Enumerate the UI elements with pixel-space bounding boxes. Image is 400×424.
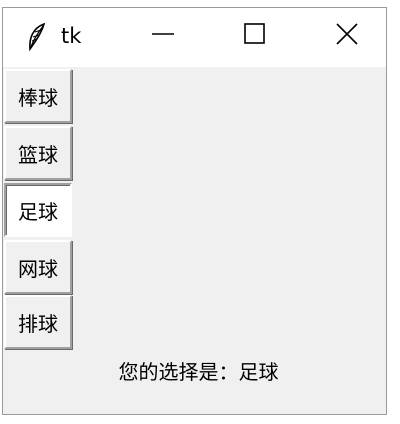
option-label: 排球 (18, 311, 58, 336)
option-basketball[interactable]: 篮球 (4, 126, 72, 180)
option-baseball[interactable]: 棒球 (4, 69, 72, 123)
option-label: 足球 (18, 199, 58, 224)
option-volleyball[interactable]: 排球 (4, 295, 72, 349)
app-window: tk 棒球 篮球 足球 网球 排球 您的选择是：足球 (2, 7, 387, 415)
option-label: 棒球 (18, 85, 58, 110)
option-label: 篮球 (18, 142, 58, 167)
minimize-icon (151, 22, 175, 50)
maximize-button[interactable] (235, 18, 275, 54)
content-area: 棒球 篮球 足球 网球 排球 您的选择是：足球 (3, 67, 386, 414)
maximize-icon (243, 22, 267, 50)
selection-result-label: 您的选择是：足球 (118, 360, 279, 384)
option-label: 网球 (18, 256, 58, 281)
close-button[interactable] (327, 18, 367, 54)
minimize-button[interactable] (143, 18, 183, 54)
title-bar[interactable]: tk (3, 8, 386, 67)
close-icon (335, 22, 359, 50)
option-football[interactable]: 足球 (4, 183, 72, 237)
window-title: tk (61, 24, 82, 48)
feather-icon (25, 22, 49, 52)
option-tennis[interactable]: 网球 (4, 240, 72, 294)
